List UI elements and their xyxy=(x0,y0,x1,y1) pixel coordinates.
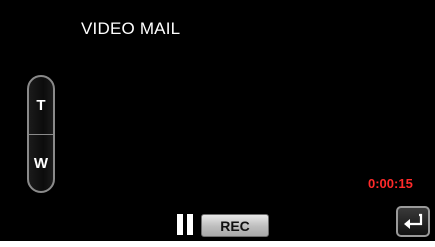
zoom-wide-button[interactable]: W xyxy=(29,134,53,191)
zoom-tele-button[interactable]: T xyxy=(29,77,53,134)
zoom-control: T W xyxy=(27,75,55,193)
back-button[interactable] xyxy=(396,206,430,237)
pause-icon[interactable] xyxy=(177,214,194,235)
pause-bar-right xyxy=(187,214,193,235)
mode-title: VIDEO MAIL xyxy=(81,19,181,38)
recording-timecode: 0:00:15 xyxy=(368,176,413,191)
return-arrow-icon xyxy=(404,213,423,229)
pause-bar-left xyxy=(177,214,183,235)
camera-lcd-screen: VIDEO MAIL T W 0:00:15 REC xyxy=(0,0,435,241)
rec-button[interactable]: REC xyxy=(201,214,269,237)
